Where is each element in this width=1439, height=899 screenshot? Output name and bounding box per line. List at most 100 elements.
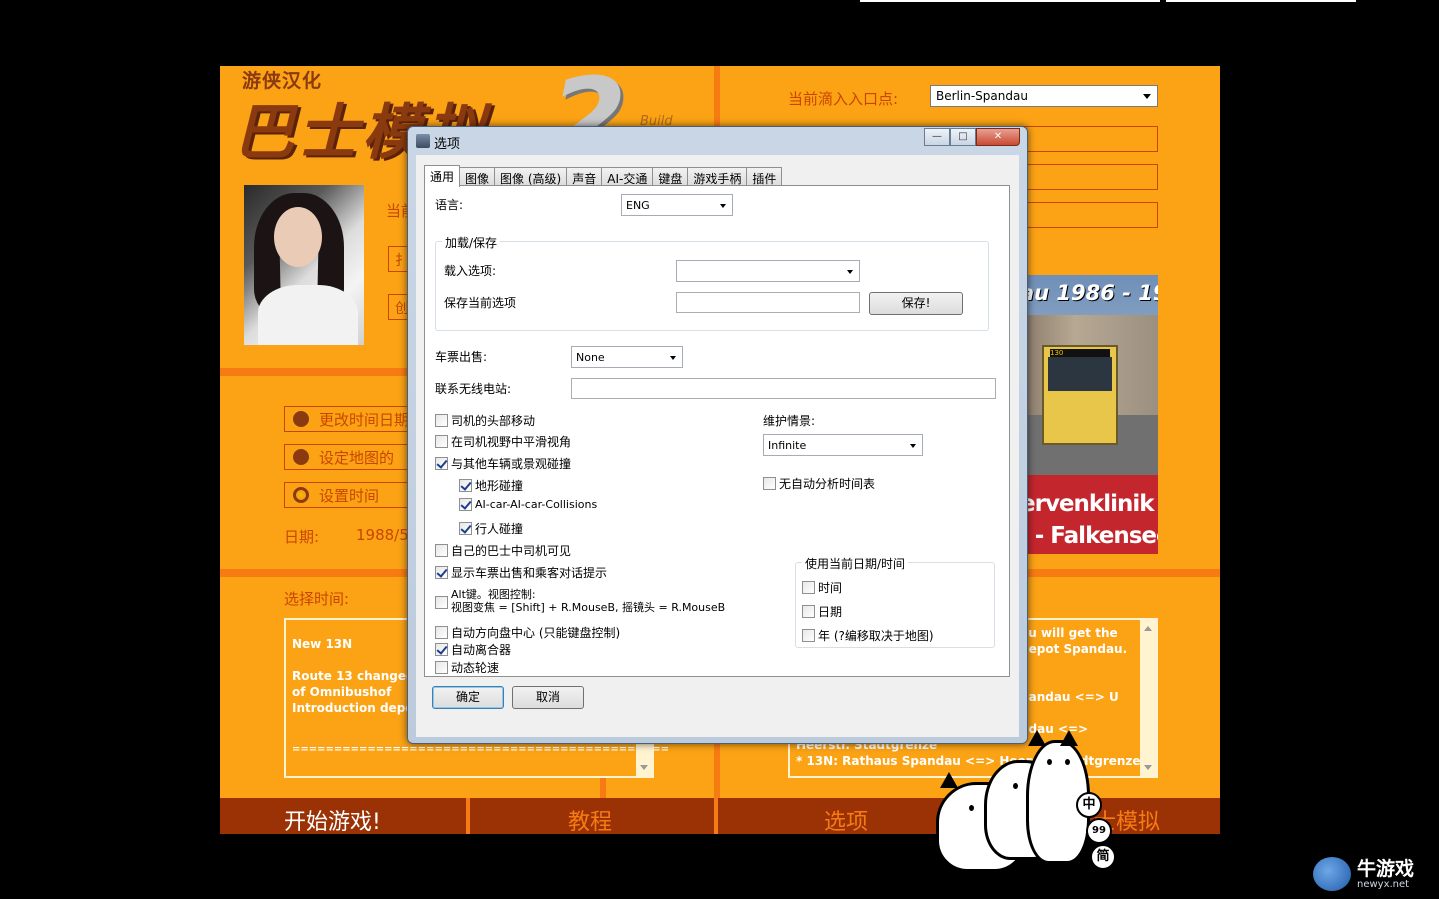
checkbox-checked[interactable]	[459, 479, 472, 492]
ticket-sale-value: None	[576, 351, 605, 364]
radio-map-date[interactable]: 设定地图的	[284, 444, 414, 470]
check-alt-view[interactable]	[435, 596, 448, 609]
checkbox[interactable]	[435, 626, 448, 639]
news-line: * 13N: Rathaus Spandau <=> Heerstr. Stad…	[796, 754, 1141, 768]
check-label: 与其他车辆或景观碰撞	[451, 457, 572, 471]
check-terrain-collision[interactable]: 地形碰撞	[459, 477, 523, 494]
minimize-button[interactable]: —	[924, 128, 950, 146]
check-label: 时间	[818, 581, 843, 595]
scroll-down-icon[interactable]	[640, 765, 648, 770]
alt-line: Alt键。视图控制:	[451, 588, 536, 601]
tab-general[interactable]: 通用	[424, 165, 461, 187]
news-scrollbar[interactable]	[1140, 620, 1156, 776]
checkbox-checked[interactable]	[435, 457, 448, 470]
tab-sound[interactable]: 声音	[566, 167, 603, 186]
poster-title: au 1986 - 1994	[1020, 281, 1158, 305]
tab-bar: 通用 图像 图像 (高级) 声音 AI-交通 键盘 游戏手柄 插件	[424, 165, 783, 187]
menu-divider	[714, 798, 718, 834]
check-smooth-view[interactable]: 在司机视野中平滑视角	[435, 433, 571, 450]
close-button[interactable]: ✕	[976, 128, 1020, 146]
radio-label: 更改时间日期	[319, 410, 410, 429]
radio-label: 设置时间	[319, 486, 380, 505]
radio-station-input[interactable]	[571, 378, 996, 399]
checkbox[interactable]	[802, 629, 815, 642]
group-title: 加载/保存	[442, 234, 501, 251]
options-button[interactable]: 选项	[824, 804, 868, 834]
tab-ai-traffic[interactable]: AI-交通	[601, 167, 654, 186]
maintenance-label: 维护情景:	[763, 414, 816, 428]
check-ticket-hint[interactable]: 显示车票出售和乘客对话提示	[435, 564, 607, 581]
check-time[interactable]: 时间	[802, 579, 842, 596]
news-line: pandau <=> U	[1020, 690, 1119, 704]
options-dialog: 选项 — □ ✕ 通用 图像 图像 (高级) 声音 AI-交通 键盘 游戏手柄 …	[407, 126, 1028, 744]
checkbox-checked[interactable]	[435, 643, 448, 656]
save-button[interactable]: 保存!	[869, 292, 963, 315]
check-dynamic-wheel[interactable]: 动态轮速	[435, 659, 499, 676]
save-name-input[interactable]	[676, 292, 860, 313]
chevron-down-icon	[1143, 94, 1151, 99]
radio-set-time[interactable]: 设置时间	[284, 482, 414, 508]
load-save-group: 加载/保存 载入选项: 保存当前选项 保存!	[435, 234, 989, 331]
load-options-select[interactable]	[676, 260, 860, 282]
check-year[interactable]: 年 (?编移取决于地图)	[802, 627, 934, 644]
checkbox[interactable]	[435, 414, 448, 427]
checkbox[interactable]	[435, 661, 448, 674]
check-auto-center[interactable]: 自动方向盘中心 (只能键盘控制)	[435, 624, 620, 641]
tab-graphics-advanced[interactable]: 图像 (高级)	[494, 167, 568, 186]
load-options-label: 载入选项:	[444, 264, 497, 278]
scroll-up-icon[interactable]	[1144, 626, 1152, 631]
check-own-driver[interactable]: 自己的巴士中司机可见	[435, 542, 571, 559]
checkbox[interactable]	[802, 605, 815, 618]
checkbox-checked[interactable]	[459, 522, 472, 535]
cancel-button[interactable]: 取消	[512, 686, 584, 709]
ticket-sale-select[interactable]: None	[571, 346, 683, 368]
check-label: 司机的头部移动	[451, 414, 536, 428]
checkbox[interactable]	[435, 544, 448, 557]
driver-photo	[244, 185, 364, 345]
map-poster: 130 au 1986 - 1994 ervenklinik . - Falke…	[1020, 275, 1158, 554]
poster-line: . - Falkensee	[1020, 523, 1158, 549]
check-collision[interactable]: 与其他车辆或景观碰撞	[435, 455, 571, 472]
badge-simplified: 简	[1090, 844, 1116, 870]
check-pedestrian-collision[interactable]: 行人碰撞	[459, 520, 523, 537]
tab-gamepad[interactable]: 游戏手柄	[687, 167, 748, 186]
check-label: 自己的巴士中司机可见	[451, 544, 572, 558]
group-title: 使用当前日期/时间	[802, 555, 909, 572]
maximize-button[interactable]: □	[950, 128, 976, 146]
check-label: 行人碰撞	[475, 522, 524, 536]
chevron-down-icon	[720, 204, 726, 208]
general-panel: 语言: ENG 加载/保存 载入选项: 保存当前选项 保存! 车票出售: Non…	[424, 185, 1010, 677]
check-auto-clutch[interactable]: 自动离合器	[435, 641, 511, 658]
tab-keyboard[interactable]: 键盘	[652, 167, 689, 186]
bus-image: 130	[1042, 345, 1118, 445]
dialog-title: 选项	[434, 137, 461, 152]
ok-button[interactable]: 确定	[432, 686, 504, 709]
check-label: 年 (?编移取决于地图)	[818, 629, 934, 643]
checkbox[interactable]	[435, 435, 448, 448]
check-head-move[interactable]: 司机的头部移动	[435, 412, 535, 429]
tutorial-button[interactable]: 教程	[568, 804, 612, 834]
tab-graphics[interactable]: 图像	[459, 167, 496, 186]
check-date[interactable]: 日期	[802, 603, 842, 620]
entry-point-label: 当前滴入入口点:	[788, 90, 899, 108]
radio-change-date[interactable]: 更改时间日期	[284, 406, 414, 432]
scroll-down-icon[interactable]	[1144, 765, 1152, 770]
language-select[interactable]: ENG	[621, 194, 733, 216]
bus-display: 130	[1050, 349, 1110, 357]
checkbox[interactable]	[802, 581, 815, 594]
entry-point-select[interactable]: Berlin-Spandau	[930, 85, 1158, 107]
check-no-timetable[interactable]: 无自动分析时间表	[763, 475, 875, 492]
check-ai-collision[interactable]: AI-car-AI-car-Collisions	[459, 498, 597, 511]
checkbox-checked[interactable]	[459, 498, 472, 511]
checkbox[interactable]	[435, 596, 448, 609]
tab-plugins[interactable]: 插件	[746, 167, 783, 186]
checkbox[interactable]	[763, 477, 776, 490]
check-label: 无自动分析时间表	[779, 477, 876, 491]
maintenance-select[interactable]: Infinite	[763, 434, 923, 456]
top-strip	[860, 0, 1160, 2]
screen: { "launcher": { "logo_cn": "游侠汉化", "logo…	[0, 0, 1439, 899]
badge-cn: 中	[1076, 792, 1102, 818]
start-game-button[interactable]: 开始游戏!	[284, 804, 381, 834]
top-strip	[1166, 0, 1356, 2]
checkbox-checked[interactable]	[435, 566, 448, 579]
